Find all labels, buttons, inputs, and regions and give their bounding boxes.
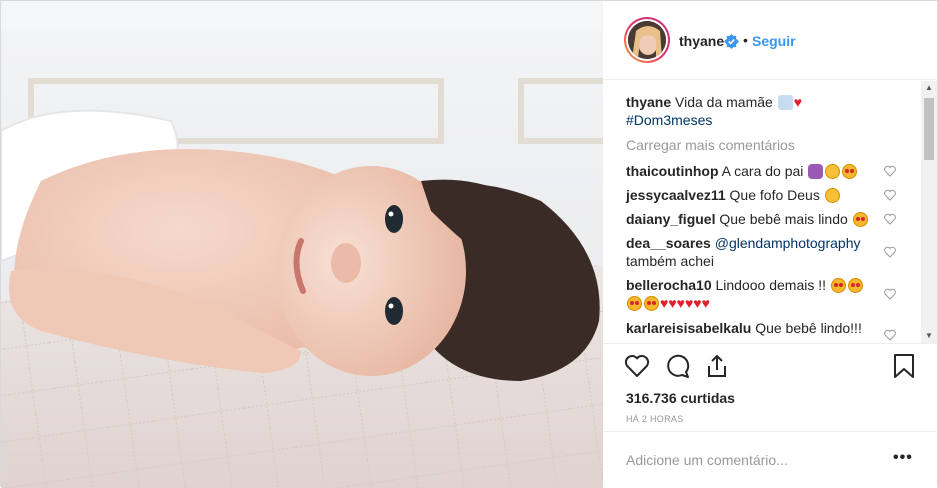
woman-shrugging-icon xyxy=(808,164,824,179)
comment-text: Lindooo demais !! xyxy=(715,277,827,293)
caption-username[interactable]: thyane xyxy=(626,94,671,110)
praying-hands-icon xyxy=(777,95,793,110)
comment-icon[interactable] xyxy=(665,353,691,379)
hugging-face-icon xyxy=(824,188,840,203)
load-more-comments-link[interactable]: Carregar mais comentários xyxy=(626,137,795,153)
scroll-up-arrow-icon[interactable]: ▲ xyxy=(921,81,937,95)
baby-photo-image xyxy=(1,1,603,488)
comment-text: Que fofo Deus xyxy=(729,187,820,203)
comments-list: thyane Vida da mamãe ♥ #Dom3meses Carreg… xyxy=(603,81,921,343)
comment-text: também achei xyxy=(626,253,714,269)
like-comment-heart-icon[interactable] xyxy=(884,189,896,201)
comment-text: Que bebê mais lindo xyxy=(719,211,848,227)
comment-text: A cara do pai xyxy=(721,163,804,179)
comment-item: thaicoutinhop A cara do pai xyxy=(626,162,888,180)
red-heart-icon: ♥♥♥♥♥♥ xyxy=(660,295,710,311)
caption-text: Vida da mamãe xyxy=(675,94,773,110)
comment-item: daiany_figuel Que bebê mais lindo xyxy=(626,210,888,228)
comment-text: Que bebê lindo!!! xyxy=(755,320,862,336)
post-actions: 316.736 curtidas HÁ 2 HORAS xyxy=(603,343,937,443)
scrollbar-thumb[interactable] xyxy=(924,98,934,160)
comment-item: bellerocha10 Lindooo demais !! ♥♥♥♥♥♥ xyxy=(626,276,888,312)
star-struck-icon xyxy=(842,164,858,179)
star-struck-icon xyxy=(847,278,863,293)
header-username[interactable]: thyane xyxy=(679,33,724,49)
scroll-down-arrow-icon[interactable]: ▼ xyxy=(921,329,937,343)
comments-scrollbar[interactable]: ▲ ▼ xyxy=(921,81,937,343)
post-photo[interactable] xyxy=(1,1,603,488)
comment-username[interactable]: dea__soares xyxy=(626,235,711,251)
likes-count[interactable]: 316.736 curtidas xyxy=(626,390,735,406)
like-comment-heart-icon[interactable] xyxy=(884,288,896,300)
like-comment-heart-icon[interactable] xyxy=(884,246,896,258)
like-comment-heart-icon[interactable] xyxy=(884,213,896,225)
caption: thyane Vida da mamãe ♥ #Dom3meses xyxy=(626,93,888,129)
like-comment-heart-icon[interactable] xyxy=(884,329,896,341)
comment-item: karlareisisabelkalu Que bebê lindo!!! xyxy=(626,319,888,337)
post-header: thyane • Seguir xyxy=(603,1,937,80)
comment-username[interactable]: bellerocha10 xyxy=(626,277,712,293)
caption-hashtag[interactable]: #Dom3meses xyxy=(626,112,712,128)
share-icon[interactable] xyxy=(704,353,730,379)
star-struck-icon xyxy=(644,296,659,311)
heart-icon[interactable] xyxy=(624,353,650,379)
red-heart-icon: ♥ xyxy=(793,94,803,110)
comment-username[interactable]: jessycaalvez11 xyxy=(626,187,726,203)
post-modal: thyane • Seguir thyane Vida da mamãe ♥ #… xyxy=(0,0,938,488)
like-comment-heart-icon[interactable] xyxy=(884,165,896,177)
joy-face-icon xyxy=(825,164,841,179)
comment-item: dea__soares @glendamphotography também a… xyxy=(626,234,888,270)
follow-button[interactable]: Seguir xyxy=(752,33,796,49)
verified-badge-icon xyxy=(724,34,739,49)
avatar-image xyxy=(628,21,666,59)
add-comment-bar: Adicione um comentário... ••• xyxy=(603,431,937,488)
post-side-panel: thyane • Seguir thyane Vida da mamãe ♥ #… xyxy=(603,1,937,488)
comment-item: jessycaalvez11 Que fofo Deus xyxy=(626,186,888,204)
star-struck-icon xyxy=(852,212,868,227)
comment-username[interactable]: thaicoutinhop xyxy=(626,163,719,179)
post-timestamp[interactable]: HÁ 2 HORAS xyxy=(626,414,684,424)
star-struck-icon xyxy=(830,278,846,293)
comment-username[interactable]: daiany_figuel xyxy=(626,211,715,227)
comment-username[interactable]: karlareisisabelkalu xyxy=(626,320,751,336)
comment-mention[interactable]: @glendamphotography xyxy=(715,235,861,251)
avatar[interactable] xyxy=(624,17,670,63)
more-options-icon[interactable]: ••• xyxy=(893,449,913,467)
star-struck-icon xyxy=(627,296,642,311)
add-comment-input[interactable]: Adicione um comentário... xyxy=(626,452,788,468)
header-separator: • xyxy=(743,32,748,48)
bookmark-icon[interactable] xyxy=(891,353,917,379)
